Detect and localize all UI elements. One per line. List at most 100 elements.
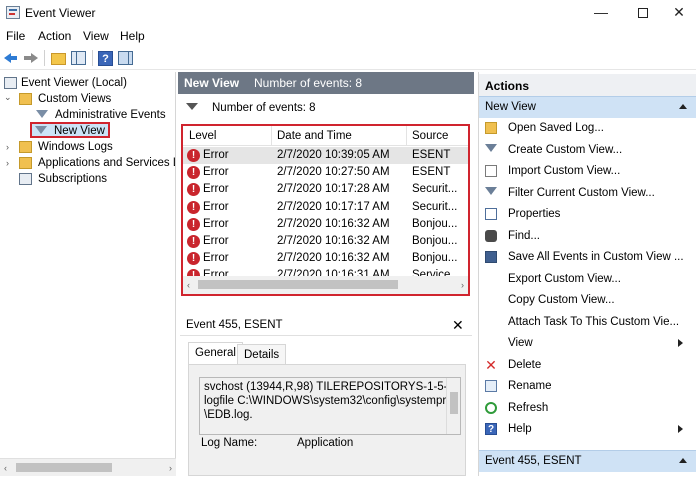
cell-date-and-time: 2/7/2020 10:39:05 AM — [277, 149, 390, 161]
action-view[interactable]: View — [479, 333, 696, 354]
action-export-custom-view[interactable]: Export Custom View... — [479, 269, 696, 290]
action-label: Filter Current Custom View... — [508, 186, 655, 199]
column-header-source[interactable]: Source — [412, 130, 448, 142]
action-rename[interactable]: Rename — [479, 376, 696, 397]
actions-section-event[interactable]: Event 455, ESENT — [479, 450, 696, 472]
table-row[interactable]: ! Error 2/7/2020 10:16:32 AM Bonjou... — [183, 216, 468, 233]
tree-item-new-view[interactable]: New View — [30, 122, 110, 138]
up-folder-icon[interactable] — [51, 53, 66, 65]
table-row[interactable]: ! Error 2/7/2020 10:17:17 AM Securit... — [183, 199, 468, 216]
message-line: svchost (13944,R,98) TILEREPOSITORYS-1-5… — [204, 381, 461, 393]
cell-level: Error — [203, 183, 229, 196]
table-row[interactable]: ! Error 2/7/2020 10:27:50 AM ESENT — [183, 164, 468, 181]
action-properties[interactable]: Properties — [479, 204, 696, 225]
action-attach-task-to-this-custom-vie[interactable]: Attach Task To This Custom Vie... — [479, 312, 696, 333]
event-message-box[interactable]: svchost (13944,R,98) TILEREPOSITORYS-1-5… — [199, 377, 461, 435]
close-detail-icon[interactable]: ✕ — [452, 317, 464, 334]
error-icon: ! — [187, 149, 200, 162]
events-table: Level Date and Time Source ! Error 2/7/202… — [181, 124, 470, 296]
table-row[interactable]: ! Error 2/7/2020 10:39:05 AM ESENT — [183, 147, 468, 164]
delete-icon: ✕ — [485, 356, 497, 373]
message-vertical-scrollbar[interactable] — [446, 378, 460, 434]
tab-general[interactable]: General — [188, 342, 243, 364]
action-filter-current-custom-view[interactable]: Filter Current Custom View... — [479, 183, 696, 204]
folder-icon — [19, 157, 32, 169]
actions-pane: Actions New View Open Saved Log... Create… — [478, 72, 696, 476]
action-refresh[interactable]: Refresh — [479, 398, 696, 419]
title-bar: Event Viewer — ✕ — [0, 0, 696, 26]
event-viewer-icon — [4, 77, 17, 89]
action-import-custom-view[interactable]: Import Custom View... — [479, 161, 696, 182]
actions-title: Actions — [485, 79, 530, 93]
column-header-date-and-time[interactable]: Date and Time — [277, 130, 352, 142]
collapse-caret-icon[interactable] — [679, 458, 687, 463]
action-label: Rename — [508, 380, 552, 392]
log-name-label: Log Name: — [201, 437, 258, 449]
scroll-left-icon[interactable]: ‹ — [187, 280, 190, 290]
action-label: View — [508, 337, 533, 349]
window-title: Event Viewer — [25, 6, 96, 20]
save-icon — [485, 251, 497, 263]
back-button[interactable] — [2, 49, 20, 67]
table-row[interactable]: ! Error 2/7/2020 10:16:32 AM Bonjou... — [183, 250, 468, 267]
expand-icon[interactable]: › — [6, 155, 9, 171]
cell-date-and-time: 2/7/2020 10:16:32 AM — [277, 235, 390, 247]
action-open-saved-log[interactable]: Open Saved Log... — [479, 118, 696, 139]
events-horizontal-scrollbar[interactable]: ‹ › — [183, 276, 468, 294]
table-row[interactable]: ! Error 2/7/2020 10:17:28 AM Securit... — [183, 181, 468, 198]
scroll-right-icon[interactable]: › — [169, 463, 172, 473]
scroll-right-icon[interactable]: › — [461, 280, 464, 290]
tree-horizontal-scrollbar[interactable]: ‹ › — [0, 458, 176, 476]
event-count: Number of events: 8 — [254, 76, 363, 90]
menu-help[interactable]: Help — [120, 29, 145, 43]
toolbar: ? — [0, 46, 696, 70]
show-hide-action-pane-icon[interactable] — [118, 51, 133, 65]
action-copy-custom-view[interactable]: Copy Custom View... — [479, 290, 696, 311]
column-header-level[interactable]: Level — [189, 130, 217, 142]
filter-icon — [485, 186, 497, 195]
filter-bar: Number of events: 8 — [180, 96, 472, 120]
scroll-left-icon[interactable]: ‹ — [4, 463, 7, 473]
cell-source: Bonjou... — [412, 252, 458, 265]
action-label: Copy Custom View... — [508, 294, 615, 306]
table-row[interactable]: ! Error 2/7/2020 10:16:32 AM Bonjou... — [183, 233, 468, 250]
cell-source: ESENT — [412, 166, 451, 179]
actions-section-new-view[interactable]: New View — [479, 96, 696, 118]
close-button[interactable]: ✕ — [662, 0, 696, 26]
scrollbar-thumb[interactable] — [198, 280, 398, 289]
cell-level: Error — [203, 235, 229, 247]
event-detail-body: svchost (13944,R,98) TILEREPOSITORYS-1-5… — [188, 364, 466, 476]
action-save-all-events-in-custom-view[interactable]: Save All Events in Custom View ... — [479, 247, 696, 268]
maximize-button[interactable] — [620, 0, 666, 26]
minimize-button[interactable]: — — [578, 0, 624, 26]
message-line: logfile C:\WINDOWS\system32\config\syste… — [204, 395, 456, 407]
forward-button[interactable] — [22, 49, 40, 67]
scrollbar-thumb[interactable] — [450, 392, 458, 414]
event-viewer-app-icon — [6, 6, 20, 19]
refresh-icon — [485, 401, 497, 414]
error-icon: ! — [187, 217, 200, 231]
action-create-custom-view[interactable]: Create Custom View... — [479, 140, 696, 161]
console-tree: Event Viewer (Local) ⌄ Custom Views Admi… — [0, 72, 176, 476]
action-help[interactable]: ? Help — [479, 419, 696, 440]
tree-item-label: Windows Logs — [38, 141, 113, 153]
event-detail-header: Event 455, ESENT ✕ — [180, 316, 472, 336]
collapse-caret-icon[interactable] — [679, 104, 687, 109]
menu-view[interactable]: View — [83, 29, 109, 43]
action-find[interactable]: Find... — [479, 226, 696, 247]
cell-level: Error — [203, 252, 229, 265]
help-icon[interactable]: ? — [98, 51, 113, 66]
scrollbar-thumb[interactable] — [16, 463, 112, 472]
cell-date-and-time: 2/7/2020 10:17:28 AM — [277, 183, 390, 196]
menu-file[interactable]: File — [6, 29, 25, 43]
section-label: Event 455, ESENT — [485, 455, 582, 467]
menu-action[interactable]: Action — [38, 29, 71, 43]
expand-icon[interactable]: › — [6, 139, 9, 155]
show-hide-console-tree-icon[interactable] — [71, 51, 86, 65]
collapse-icon[interactable]: ⌄ — [4, 89, 12, 105]
properties-icon — [485, 208, 497, 220]
tree-item-label: Applications and Services Lo — [38, 157, 176, 169]
rename-icon — [485, 380, 497, 392]
action-delete[interactable]: ✕ Delete — [479, 355, 696, 376]
tab-details[interactable]: Details — [237, 344, 287, 364]
